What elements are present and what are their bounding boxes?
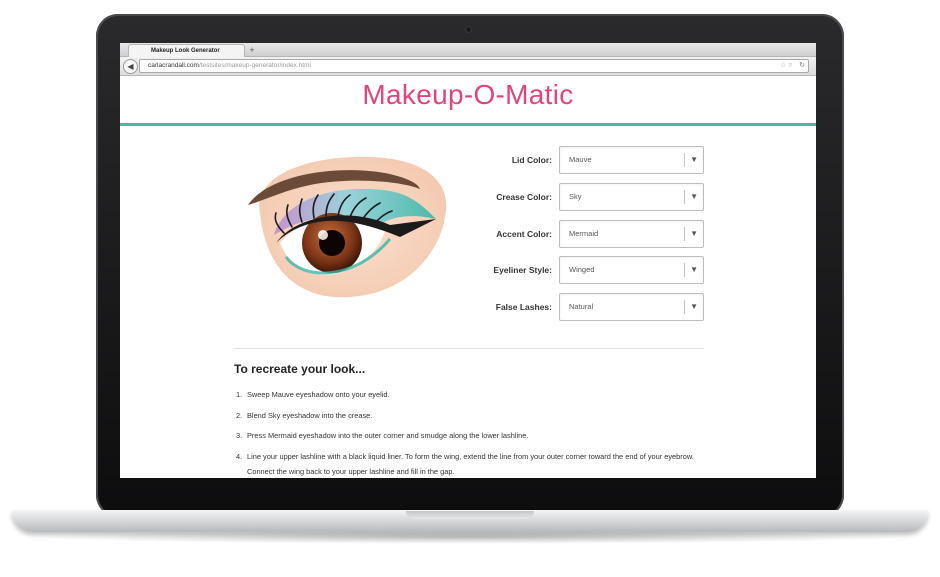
eyeliner-style-label: Eyeliner Style: xyxy=(493,265,552,275)
url-text: carlacrandall.com/testsites/makeup-gener… xyxy=(148,60,311,72)
false-lashes-label: False Lashes: xyxy=(495,302,552,312)
browser-window: Makeup Look Generator + ◀ carlacrandall.… xyxy=(120,43,816,478)
url-path: /testsites/makeup-generator/index.html xyxy=(198,62,311,69)
step-number: 2. xyxy=(236,410,243,420)
url-host: carlacrandall.com xyxy=(148,62,199,69)
reload-icon[interactable]: ↻ xyxy=(799,60,805,72)
select-divider xyxy=(684,227,685,241)
page-title: Makeup-O-Matic xyxy=(362,79,574,110)
dropdown-arrow-icon: ▼ xyxy=(690,155,698,164)
section-divider xyxy=(234,348,704,349)
navigation-bar: ◀ carlacrandall.com/testsites/makeup-gen… xyxy=(120,57,816,76)
instructions-heading: To recreate your look... xyxy=(234,362,366,376)
dropdown-arrow-icon: ▼ xyxy=(690,192,698,201)
lid-color-label: Lid Color: xyxy=(511,155,552,165)
select-value: Winged xyxy=(569,265,595,274)
tab-bar: Makeup Look Generator + xyxy=(120,43,816,57)
lid-color-select[interactable]: Mauve ▼ xyxy=(559,146,704,174)
select-divider xyxy=(684,153,685,167)
select-value: Natural xyxy=(569,302,594,311)
select-divider xyxy=(684,190,685,204)
list-item: 3. Press Mermaid eyeshadow into the outer… xyxy=(234,428,704,443)
crease-color-select[interactable]: Sky ▼ xyxy=(559,183,704,211)
select-value: Mermaid xyxy=(569,229,599,238)
eye-image xyxy=(248,156,447,298)
step-number: 1. xyxy=(236,390,243,399)
step-text: Blend Sky eyeshadow into the crease. xyxy=(247,410,373,420)
select-divider xyxy=(684,300,685,314)
tab-title: Makeup Look Generator xyxy=(151,48,220,54)
back-button[interactable]: ◀ xyxy=(123,59,138,74)
laptop-shadow xyxy=(30,530,910,544)
eye-illustration xyxy=(240,155,456,305)
step-text: Sweep Mauve eyeshadow onto your eyelid. xyxy=(247,390,390,399)
step-text: Press Mermaid eyeshadow into the outer c… xyxy=(247,431,529,440)
address-bar[interactable]: carlacrandall.com/testsites/makeup-gener… xyxy=(139,59,809,73)
list-item: 4. Line your upper lashline with a black … xyxy=(234,449,704,479)
laptop-notch xyxy=(406,511,534,519)
accent-color-select[interactable]: Mermaid ▼ xyxy=(559,220,704,248)
step-number: 4. xyxy=(236,451,243,461)
title-divider xyxy=(120,123,816,126)
back-arrow-icon: ◀ xyxy=(127,62,134,71)
browser-tab[interactable]: Makeup Look Generator xyxy=(128,44,245,57)
instructions-list: 1. Sweep Mauve eyeshadow onto your eyelid… xyxy=(234,387,704,478)
false-lashes-select[interactable]: Natural ▼ xyxy=(559,293,704,321)
select-value: Mauve xyxy=(569,155,592,164)
bookmark-star-icon[interactable]: ☆ ▿ xyxy=(780,60,792,72)
new-tab-button[interactable]: + xyxy=(245,45,259,55)
step-number: 3. xyxy=(236,431,243,440)
list-item: 2. Blend Sky eyeshadow into the crease. xyxy=(234,408,704,423)
list-item: 1. Sweep Mauve eyeshadow onto your eyelid… xyxy=(234,387,704,402)
webcam-icon xyxy=(465,26,472,33)
dropdown-arrow-icon: ▼ xyxy=(690,265,698,274)
eyeliner-style-select[interactable]: Winged ▼ xyxy=(559,256,704,284)
step-text: Line your upper lashline with a black li… xyxy=(247,451,694,476)
crease-color-label: Crease Color: xyxy=(496,192,552,202)
accent-color-label: Accent Color: xyxy=(496,229,552,239)
dropdown-arrow-icon: ▼ xyxy=(690,302,698,311)
dropdown-arrow-icon: ▼ xyxy=(690,229,698,238)
select-value: Sky xyxy=(569,192,582,201)
select-divider xyxy=(684,263,685,277)
